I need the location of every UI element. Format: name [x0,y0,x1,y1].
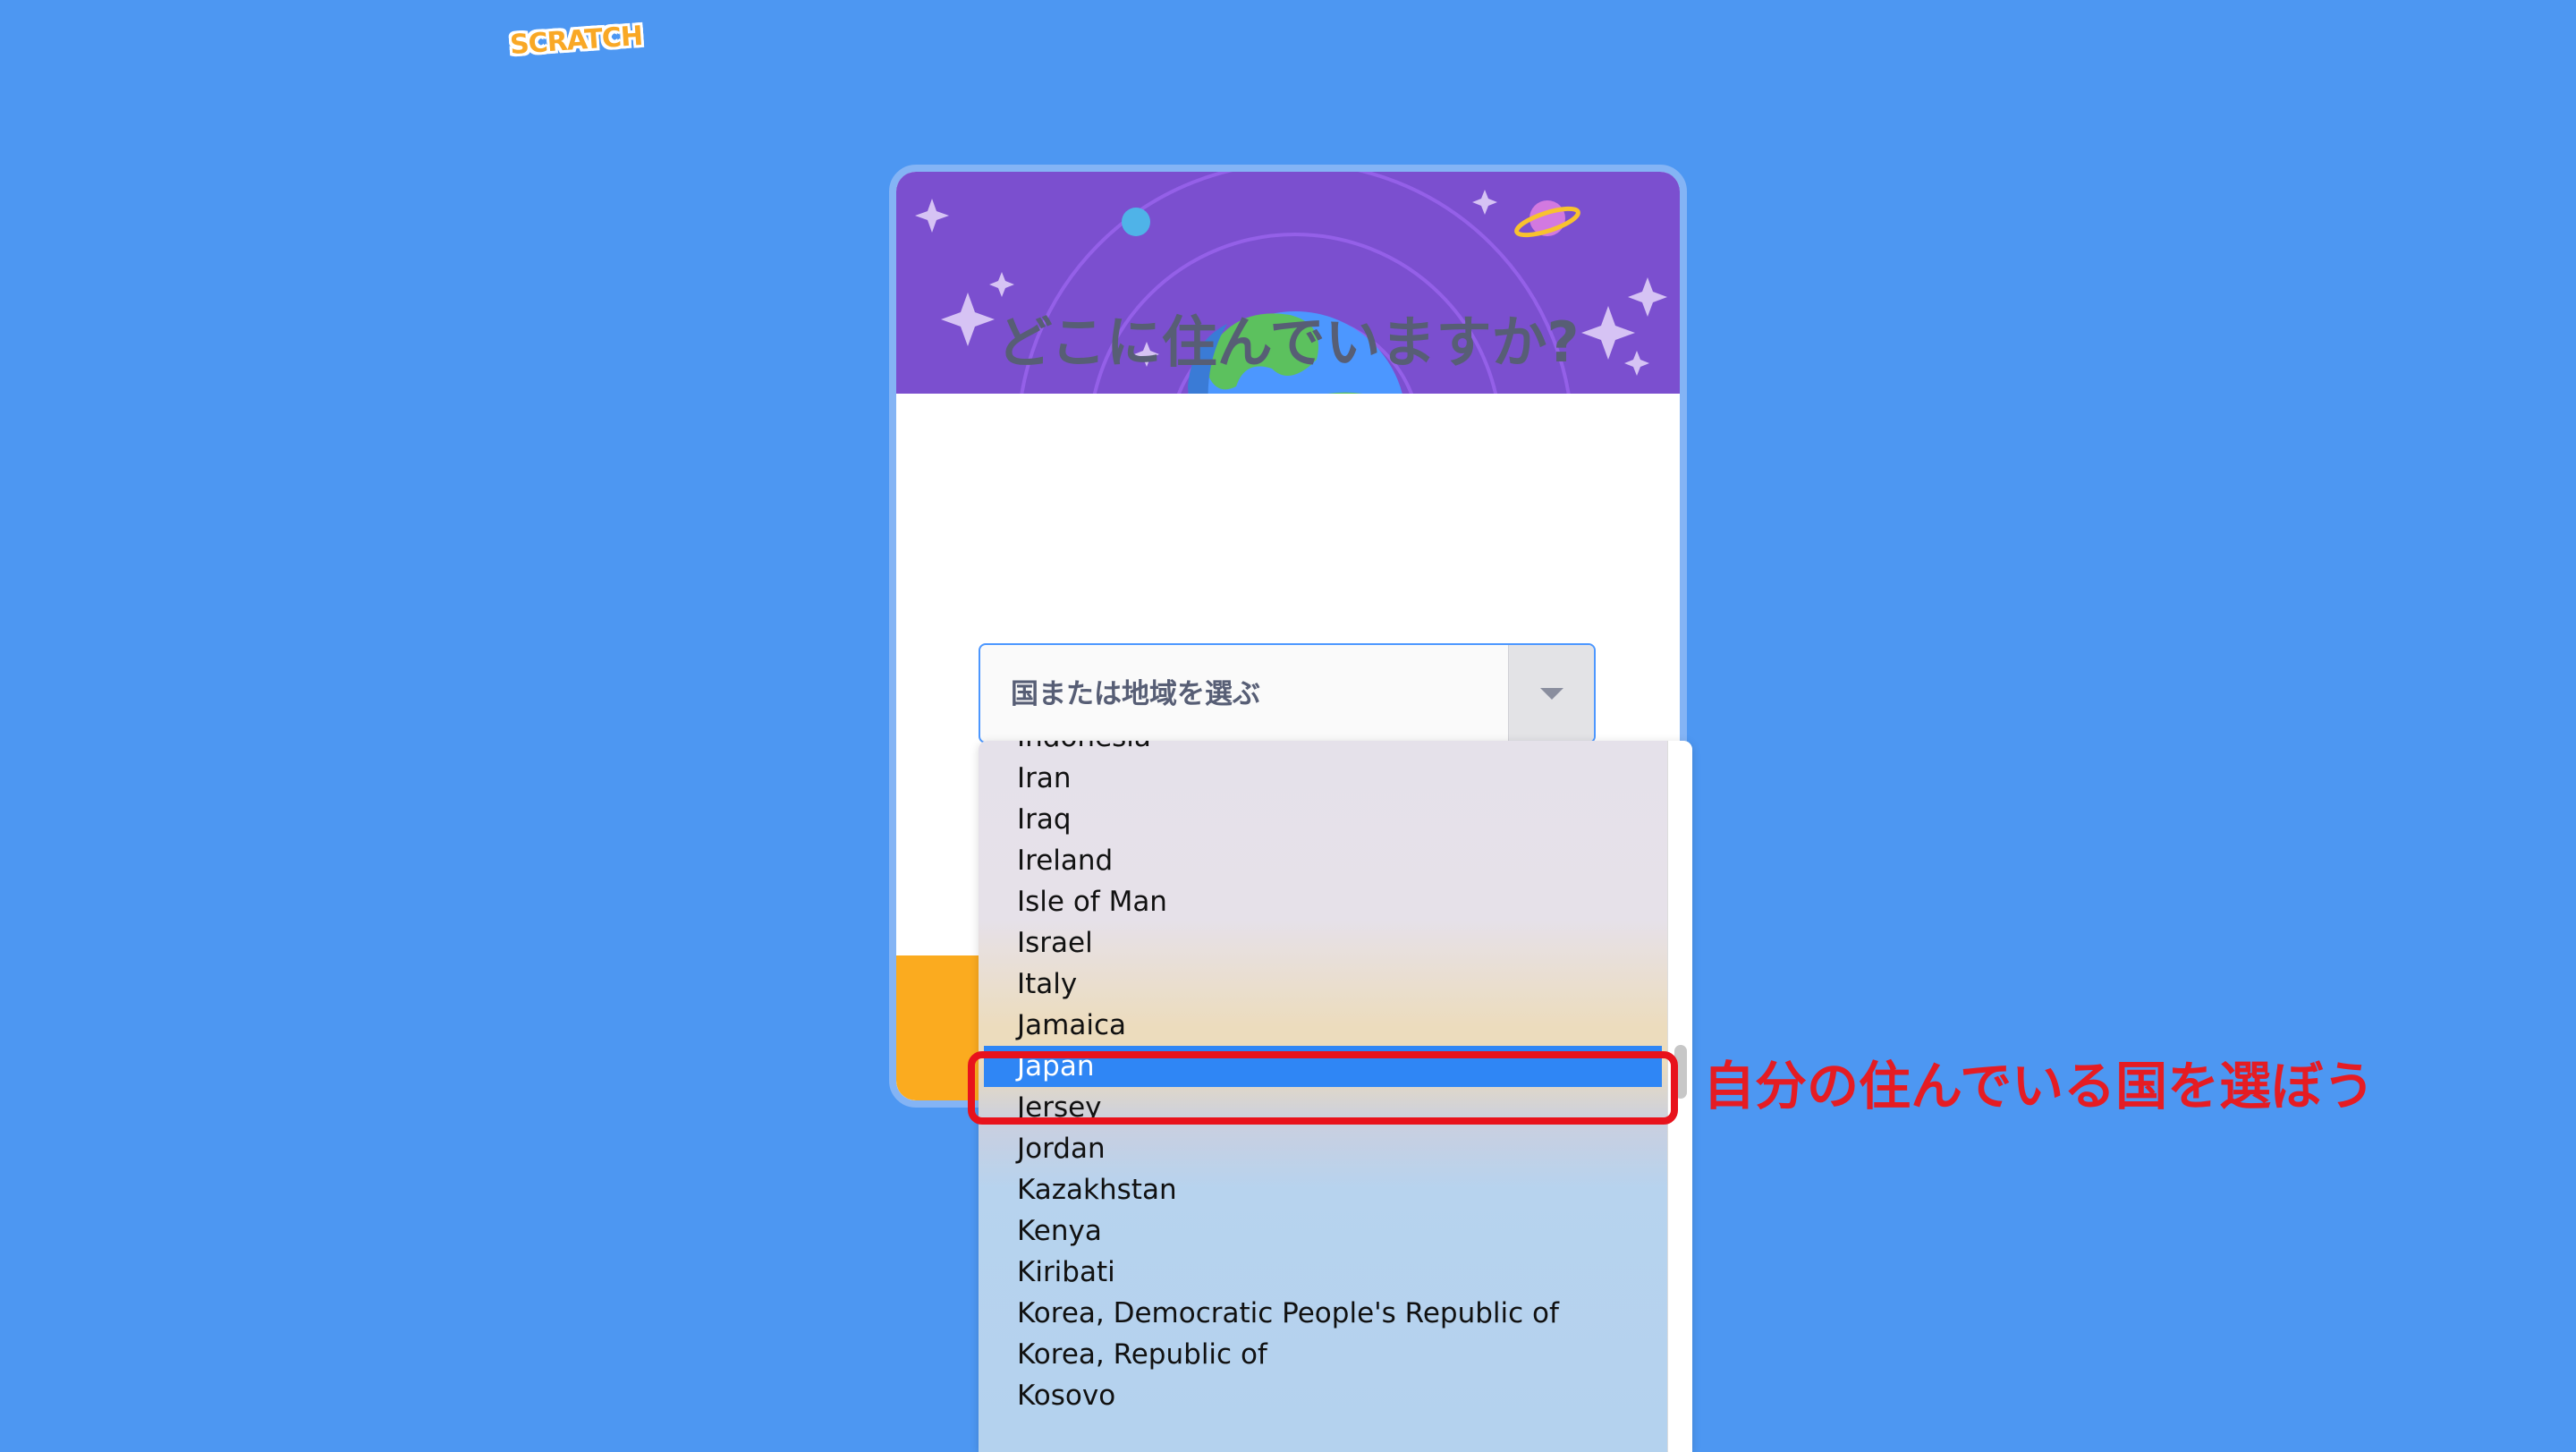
dropdown-option[interactable]: Jordan [979,1128,1667,1169]
dropdown-option[interactable]: Iraq [979,799,1667,840]
country-select[interactable]: 国または地域を選ぶ [979,643,1596,743]
dropdown-option[interactable]: Indonesia [979,741,1667,758]
dropdown-option[interactable]: Isle of Man [979,881,1667,922]
dropdown-option[interactable]: Iran [979,758,1667,799]
page: SCRATCH どこに住んでいますか? 国または地域を選ぶ Iran Iraq … [0,0,2576,1452]
dropdown-option[interactable]: Korea, Democratic People's Republic of [979,1293,1667,1334]
chevron-down-icon [1539,688,1563,700]
dropdown-option[interactable]: Kazakhstan [979,1169,1667,1210]
scratch-logo[interactable]: SCRATCH [506,16,646,64]
dropdown-option[interactable]: Ireland [979,840,1667,881]
dropdown-option[interactable]: Korea, Republic of [979,1334,1667,1375]
annotation-label: 自分の住んでいる国を選ぼう [1703,1056,2376,1117]
dropdown-option[interactable]: Jamaica [979,1005,1667,1046]
dropdown-option[interactable]: Kenya [979,1210,1667,1252]
select-placeholder: 国または地域を選ぶ [1011,678,1260,710]
dropdown-option[interactable]: Italy [979,964,1667,1005]
logo-text: SCRATCH [508,20,644,61]
select-arrow-button[interactable] [1508,645,1594,742]
highlight-box [968,1051,1678,1125]
dropdown-option[interactable]: Israel [979,922,1667,964]
dropdown-option[interactable]: Kiribati [979,1252,1667,1293]
page-title: どこに住んでいますか? [996,310,1580,375]
dropdown-option[interactable]: Kosovo [979,1375,1667,1416]
